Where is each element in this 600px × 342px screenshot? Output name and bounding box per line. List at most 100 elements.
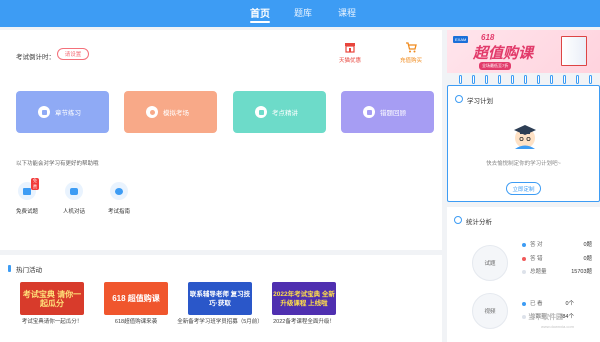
promo-image-text: 2022年考试宝典 全新升级课程 上线啦 [273,290,335,307]
active-tab-indicator [250,21,270,23]
ring-icon [550,75,553,84]
wrong-value: 0题 [583,256,592,262]
top-nav-bar: 首页 题库 课程 [0,0,600,27]
stat-row-total: 总题量 [522,267,547,275]
ad-title: 618 [481,33,495,42]
stat-row-wrong: 答 错 [522,254,543,262]
chapter-icon [38,106,50,118]
chapter-practice-label: 章节练习 [55,110,81,117]
key-points-card[interactable]: 考点精讲 [233,91,326,133]
helpful-tools-hint: 以下功能会对学习有更好的帮助哦 [16,161,99,167]
promo-caption[interactable]: 618超值购课来袭 [91,319,181,326]
mock-exam-label: 模拟考场 [163,110,189,117]
study-plan-title: 学习计划 [467,98,493,105]
promo-banner-tutor[interactable]: 联系辅导老师 复习技巧·获取 [188,282,252,315]
book-image [561,36,587,66]
study-plan-panel: 学习计划 快去愉悦制定你的学习计划吧~ 立即定制 [447,85,600,202]
tmall-discount-link[interactable]: 天猫优惠 [335,42,365,64]
store-icon [345,43,355,53]
set-exam-date-button[interactable]: 请设置 [57,48,89,60]
section-marker [8,265,11,272]
stat-row-watched: 已 看 [522,299,543,307]
stats-icon [454,216,462,224]
nav-tab-home[interactable]: 首页 [250,5,270,20]
wrong-label: 答 错 [530,256,543,262]
ring-icon [485,75,488,84]
promo-banner-618[interactable]: 618 超值购课 [104,282,168,315]
videos-stat-circle: 视频 [472,293,508,329]
question-icon: 免费 [18,178,39,200]
video-icon [255,106,267,118]
exam-guide-tool[interactable]: 考试指南 [103,182,135,215]
ring-icon [524,75,527,84]
ring-icon [563,75,566,84]
ring-icon [459,75,462,84]
free-questions-tool[interactable]: 免费 免费试题 [11,178,43,215]
hot-activities-panel: 热门活动 考试宝典 请你一起瓜分 考试宝典请你一起瓜分！ 618 超值购课 61… [0,255,442,342]
human-machine-dialog-tool[interactable]: 人机对话 [58,182,90,215]
clock-icon [146,106,158,118]
mock-exam-card[interactable]: 模拟考场 [124,91,217,133]
recharge-purchase-link[interactable]: 充值购买 [396,42,426,64]
total-label: 总题量 [530,269,547,275]
total-dot [522,269,526,274]
ad-subtext: 全场最低至7折 [479,62,512,70]
ring-icon [589,75,592,84]
compass-icon [110,182,128,200]
stat-row-correct: 答 对 [522,240,543,248]
video-total-dot [522,314,526,319]
graduate-avatar-icon [514,125,536,149]
exam-countdown-label: 考试倒计时： [16,54,55,61]
key-points-label: 考点精讲 [272,110,298,117]
main-panel: 考试倒计时： 请设置 天猫优惠 充值购买 章节练习 模拟考场 考点精讲 错题回顾… [0,30,442,250]
promo-image-text: 联系辅导老师 复习技巧·获取 [189,290,251,307]
promo-banner-2022-course[interactable]: 2022年考试宝典 全新升级课程 上线啦 [272,282,336,315]
notebook-rings [447,75,600,85]
customize-plan-button[interactable]: 立即定制 [506,182,541,195]
statistics-title: 统计分析 [466,219,492,226]
site-watermark: 当下软件园 [528,314,563,321]
promo-caption[interactable]: 2022备考课程全面升级！ [259,319,349,326]
nav-tab-question-bank[interactable]: 题库 [294,6,312,19]
ad-slogan: 超值购课 [473,45,534,62]
cart-icon [406,42,417,53]
ring-icon [472,75,475,84]
recharge-purchase-label: 充值购买 [399,58,422,64]
promo-banner-exam-treasure[interactable]: 考试宝典 请你一起瓜分 [20,282,84,315]
ring-icon [537,75,540,84]
human-machine-dialog-label: 人机对话 [62,209,85,215]
watched-dot [522,301,526,306]
tmall-discount-label: 天猫优惠 [338,58,361,64]
ring-icon [498,75,501,84]
pen-icon [363,106,375,118]
wrong-answers-review-label: 错题回顾 [380,110,406,117]
watched-label: 已 看 [530,301,543,307]
ring-icon [511,75,514,84]
promo-image-text: 考试宝典 请你一起瓜分 [22,289,82,308]
questions-circle-label: 试题 [484,261,496,267]
wrong-dot [522,256,526,261]
nav-tab-courses[interactable]: 课程 [338,6,356,19]
promo-image-text: 618 超值购课 [112,294,160,303]
questions-stat-circle: 试题 [472,245,508,281]
chat-icon [65,182,83,200]
promo-caption[interactable]: 全新备考学习班学员招募（5月前） [175,319,265,326]
correct-label: 答 对 [530,242,543,248]
brand-logo: EXAM [453,36,469,43]
site-watermark-url: www.downxia.com [541,324,574,329]
watched-value: 0个 [565,301,574,307]
hot-activities-title: 热门活动 [16,267,42,274]
promo-caption[interactable]: 考试宝典请你一起瓜分！ [7,319,97,326]
correct-value: 0题 [583,242,592,248]
promo-ad-banner[interactable]: EXAM 618 超值购课 全场最低至7折 [447,30,600,73]
total-value: 15703题 [571,269,592,275]
correct-dot [522,242,526,247]
wrong-answers-review-card[interactable]: 错题回顾 [341,91,434,133]
videos-circle-label: 视频 [484,309,496,315]
plan-icon [455,95,463,103]
study-plan-tip: 快去愉悦制定你的学习计划吧~ [486,161,561,167]
ring-icon [576,75,579,84]
free-badge: 免费 [31,178,39,190]
free-questions-label: 免费试题 [15,209,38,215]
chapter-practice-card[interactable]: 章节练习 [16,91,109,133]
